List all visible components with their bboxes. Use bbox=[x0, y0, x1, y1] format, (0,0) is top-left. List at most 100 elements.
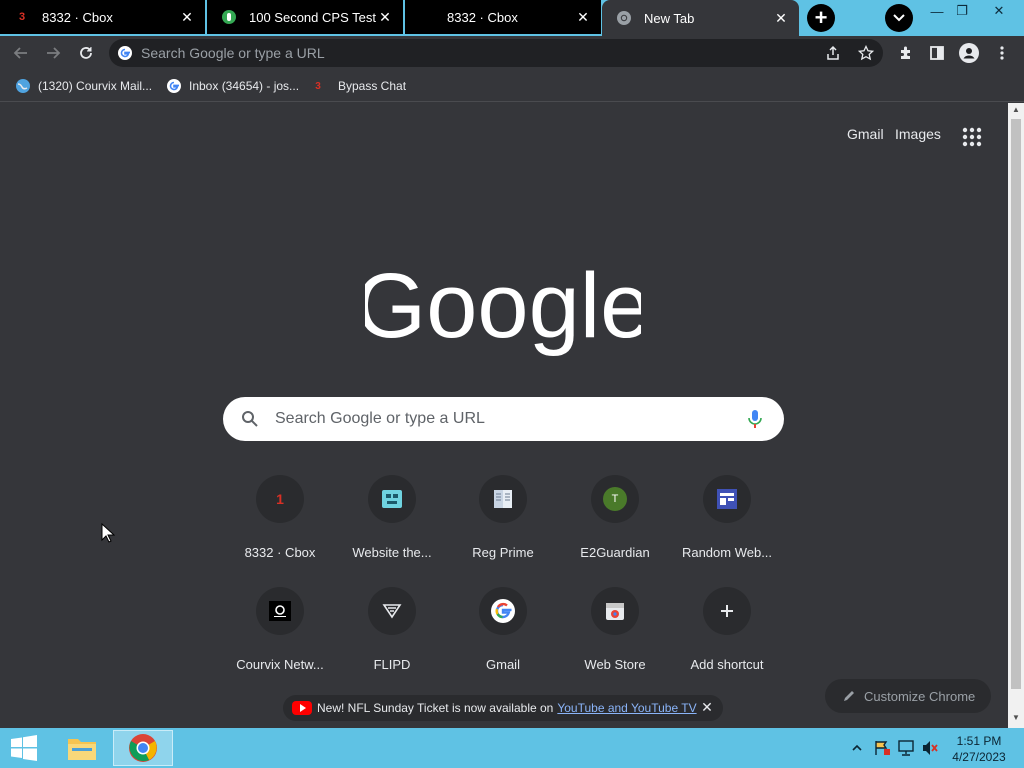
google-apps-icon[interactable] bbox=[961, 126, 983, 148]
windows-logo-icon bbox=[11, 735, 37, 761]
tab-search-button[interactable] bbox=[885, 4, 913, 32]
scroll-down-arrow-icon[interactable]: ▼ bbox=[1011, 713, 1021, 725]
restore-button[interactable]: ❐ bbox=[947, 0, 977, 22]
flipd-icon bbox=[368, 587, 416, 635]
star-icon[interactable] bbox=[858, 45, 874, 61]
page-scrollbar[interactable]: ▲ ▼ bbox=[1008, 103, 1024, 728]
google-icon bbox=[479, 587, 527, 635]
shortcut-cbox[interactable]: 1 8332 · Cbox bbox=[224, 475, 336, 575]
search-input[interactable] bbox=[275, 409, 735, 429]
reload-button[interactable] bbox=[73, 40, 99, 66]
omnibox[interactable] bbox=[109, 39, 883, 67]
arrow-left-icon bbox=[13, 47, 27, 59]
shortcut-gmail[interactable]: Gmail bbox=[447, 587, 559, 687]
windows-taskbar: 1:51 PM 4/27/2023 bbox=[0, 728, 1024, 768]
kebab-menu-icon bbox=[1000, 46, 1004, 60]
shortcut-label: Web Store bbox=[584, 657, 646, 672]
tab-new-tab[interactable]: New Tab ✕ bbox=[602, 0, 799, 36]
website-icon bbox=[368, 475, 416, 523]
images-link[interactable]: Images bbox=[895, 126, 941, 142]
profile-button[interactable] bbox=[956, 40, 982, 66]
tab-cbox-1[interactable]: 3 8332 · Cbox ✕ bbox=[0, 0, 205, 34]
shortcut-label: E2Guardian bbox=[580, 545, 650, 560]
extensions-button[interactable] bbox=[893, 40, 919, 66]
tab-cps-test[interactable]: 100 Second CPS Test - Th ✕ bbox=[207, 0, 403, 34]
taskbar-clock[interactable]: 1:51 PM 4/27/2023 bbox=[948, 733, 1010, 765]
chrome-taskbar-button[interactable] bbox=[113, 730, 173, 766]
reload-icon bbox=[80, 47, 92, 59]
side-panel-icon bbox=[930, 46, 944, 60]
shortcut-courvix[interactable]: Courvix Netw... bbox=[224, 587, 336, 687]
close-icon[interactable]: ✕ bbox=[773, 10, 789, 26]
shortcut-label: Add shortcut bbox=[690, 657, 764, 672]
share-icon[interactable] bbox=[825, 45, 841, 61]
tab-title: New Tab bbox=[644, 10, 695, 26]
omnibox-input[interactable] bbox=[141, 43, 801, 63]
start-button[interactable] bbox=[0, 730, 48, 766]
close-icon[interactable]: ✕ bbox=[377, 9, 393, 25]
shortcut-label: Courvix Netw... bbox=[236, 657, 324, 672]
cps-test-icon bbox=[221, 9, 237, 25]
menu-button[interactable] bbox=[989, 40, 1015, 66]
back-button[interactable] bbox=[8, 40, 34, 66]
tab-cbox-2[interactable]: 8332 · Cbox ✕ bbox=[405, 0, 601, 34]
bookmark-label: (1320) Courvix Mail... bbox=[38, 79, 153, 93]
close-icon[interactable]: ✕ bbox=[179, 9, 195, 25]
bookmark-label: Inbox (34654) - jos... bbox=[189, 79, 300, 93]
profile-icon bbox=[959, 43, 979, 63]
document-icon bbox=[479, 475, 527, 523]
shortcut-random-web[interactable]: Random Web... bbox=[671, 475, 783, 575]
network-icon[interactable] bbox=[897, 740, 915, 756]
bookmark-bypass-chat[interactable]: 3 Bypass Chat bbox=[310, 76, 406, 96]
action-center-flag-icon[interactable] bbox=[873, 740, 891, 756]
close-icon[interactable]: ✕ bbox=[699, 699, 715, 715]
shortcut-website[interactable]: Website the... bbox=[336, 475, 448, 575]
google-icon bbox=[118, 46, 132, 60]
youtube-icon bbox=[292, 701, 312, 715]
clock-time: 1:51 PM bbox=[956, 734, 1002, 748]
shortcut-flipd[interactable]: FLIPD bbox=[336, 587, 448, 687]
letter-avatar-icon: T bbox=[591, 475, 639, 523]
bookmark-label: Bypass Chat bbox=[338, 79, 407, 93]
side-panel-button[interactable] bbox=[924, 40, 950, 66]
shortcut-label: Gmail bbox=[486, 657, 520, 672]
scroll-up-arrow-icon[interactable]: ▲ bbox=[1011, 105, 1021, 117]
bookmarks-bar: (1320) Courvix Mail... Inbox (34654) - j… bbox=[0, 70, 1024, 102]
promo-text: New! NFL Sunday Ticket is now available … bbox=[317, 701, 554, 715]
gmail-link[interactable]: Gmail bbox=[847, 126, 884, 142]
shortcut-e2guardian[interactable]: T E2Guardian bbox=[559, 475, 671, 575]
cbox-icon: 3 bbox=[315, 80, 321, 92]
cbox-icon: 3 bbox=[18, 11, 26, 23]
bookmark-courvix-mail[interactable]: (1320) Courvix Mail... bbox=[15, 76, 152, 96]
puzzle-icon bbox=[901, 46, 910, 59]
shortcut-label: Website the... bbox=[352, 545, 432, 560]
folder-icon bbox=[68, 739, 96, 760]
new-tab-button[interactable]: + bbox=[807, 4, 835, 32]
tab-strip: 3 8332 · Cbox ✕ 100 Second CPS Test - Th… bbox=[0, 0, 1024, 36]
forward-button[interactable] bbox=[40, 40, 66, 66]
chrome-icon bbox=[616, 10, 632, 26]
shortcut-reg-prime[interactable]: Reg Prime bbox=[447, 475, 559, 575]
microphone-icon[interactable] bbox=[747, 409, 763, 429]
shortcut-web-store[interactable]: Web Store bbox=[559, 587, 671, 687]
search-box[interactable] bbox=[223, 397, 784, 441]
volume-muted-icon[interactable] bbox=[921, 740, 939, 756]
customize-label: Customize Chrome bbox=[864, 688, 976, 704]
shortcut-label: Reg Prime bbox=[472, 545, 534, 560]
scrollbar-thumb[interactable] bbox=[1011, 119, 1021, 689]
shortcut-label: Random Web... bbox=[681, 545, 773, 560]
shortcut-add[interactable]: Add shortcut bbox=[671, 587, 783, 687]
bookmark-inbox[interactable]: Inbox (34654) - jos... bbox=[166, 76, 299, 96]
close-icon[interactable]: ✕ bbox=[575, 9, 591, 25]
globe-icon bbox=[15, 78, 31, 94]
close-window-button[interactable]: ✕ bbox=[984, 0, 1014, 22]
promo-link[interactable]: YouTube and YouTube TV bbox=[557, 701, 696, 715]
file-explorer-button[interactable] bbox=[52, 730, 112, 766]
clock-date: 4/27/2023 bbox=[952, 750, 1006, 764]
customize-chrome-button[interactable]: Customize Chrome bbox=[825, 679, 991, 713]
cbox-icon bbox=[419, 9, 435, 25]
browser-toolbar bbox=[0, 36, 1024, 70]
tab-title: 8332 · Cbox bbox=[447, 9, 518, 25]
mouse-cursor-icon bbox=[101, 523, 115, 543]
chevron-up-icon[interactable] bbox=[851, 740, 863, 756]
